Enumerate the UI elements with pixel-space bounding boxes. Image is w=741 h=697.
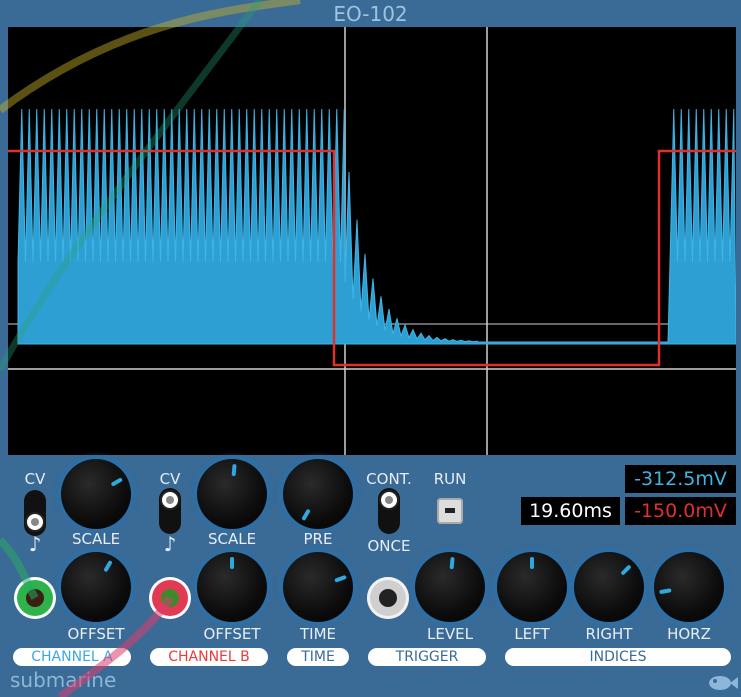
channel-b-scale-knob[interactable] <box>197 459 267 529</box>
channel-a-tag: CHANNEL A <box>13 648 131 666</box>
channel-a-voltage-readout: -312.5mV <box>625 465 736 493</box>
module-title: EO-102 <box>333 2 408 26</box>
channel-b-offset-label: OFFSET <box>203 625 261 643</box>
indices-tag: INDICES <box>505 648 731 666</box>
trigger-level-knob[interactable] <box>415 552 485 622</box>
channel-b-tag: CHANNEL B <box>150 648 268 666</box>
once-label: ONCE <box>367 537 411 555</box>
channel-b-voltage-readout: -150.0mV <box>625 497 736 525</box>
time-readout: 19.60ms <box>521 497 620 525</box>
channel-b-input-jack[interactable] <box>149 577 191 619</box>
channel-b-scale-label: SCALE <box>207 530 257 548</box>
submarine-fish-icon <box>709 676 738 690</box>
trigger-input-jack[interactable] <box>367 577 409 619</box>
trigger-mode-switch[interactable] <box>378 488 400 534</box>
run-button[interactable] <box>437 498 463 524</box>
channel-a-offset-label: OFFSET <box>67 625 125 643</box>
channel-b-cv-switch[interactable] <box>159 488 181 534</box>
pre-knob[interactable] <box>283 459 353 529</box>
time-label: TIME <box>299 625 336 643</box>
channel-a-scale-knob[interactable] <box>61 459 131 529</box>
left-index-knob[interactable] <box>497 552 567 622</box>
time-tag: TIME <box>287 648 349 666</box>
right-index-knob[interactable] <box>574 552 644 622</box>
trigger-tag: TRIGGER <box>368 648 486 666</box>
horz-label: HORZ <box>667 625 711 643</box>
right-label: RIGHT <box>585 625 633 643</box>
level-label: LEVEL <box>427 625 473 643</box>
channel-a-offset-knob[interactable] <box>61 552 131 622</box>
oscilloscope-module: EO-102 CV ♪ SCALE OFFSET CHANNEL A CV ♪ … <box>0 0 741 697</box>
channel-a-input-jack[interactable] <box>14 577 56 619</box>
run-label: RUN <box>433 470 467 488</box>
channel-b-offset-knob[interactable] <box>197 552 267 622</box>
horz-index-knob[interactable] <box>654 552 724 622</box>
channel-a-cv-switch[interactable] <box>24 490 46 536</box>
brand-label: submarine <box>10 668 117 692</box>
scope-display <box>8 27 736 455</box>
time-knob[interactable] <box>283 552 353 622</box>
